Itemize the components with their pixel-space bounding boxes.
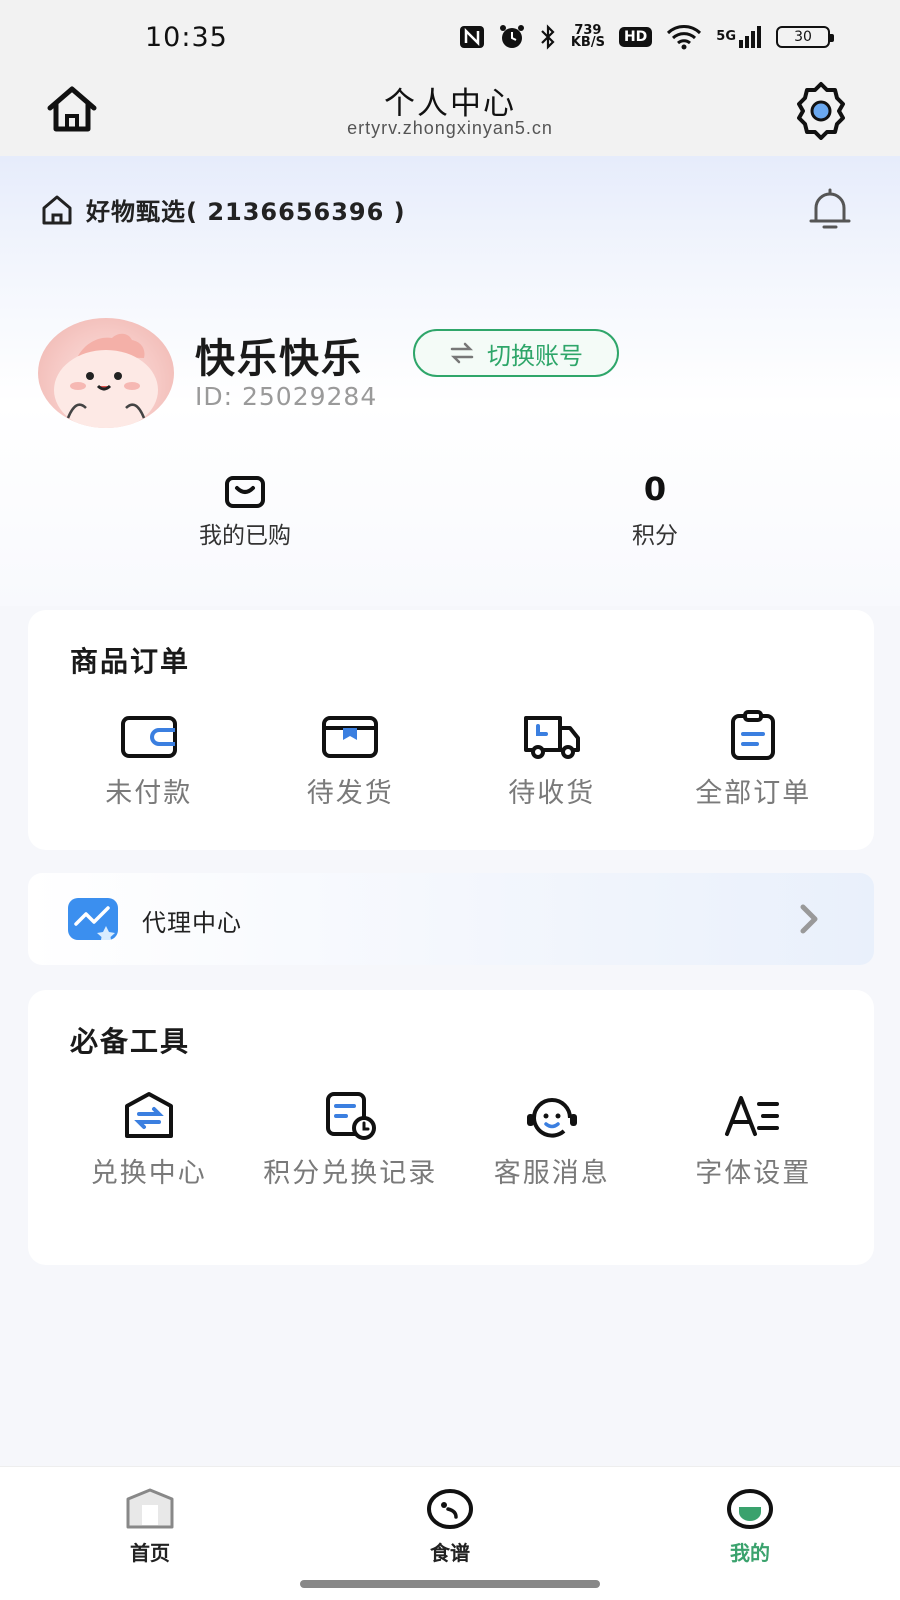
orders-grid: 未付款 待发货 待收货 全部订单 [48,710,854,812]
tab-recipe-label: 食谱 [430,1541,470,1565]
agent-center-row[interactable]: 代理中心 [28,873,874,965]
shop-name: 好物甄选( 2136656396 ) [86,198,406,226]
points-label: 积分 [632,523,678,549]
tools-grid: 兑换中心 积分兑换记录 客服消息 字体设置 [48,1090,854,1192]
tab-home-label: 首页 [130,1541,170,1565]
tab-mine-label: 我的 [730,1541,770,1565]
profile-tab-icon [727,1489,773,1529]
tool-font-settings-label: 字体设置 [695,1158,812,1189]
user-name: 快乐快乐 [195,336,363,382]
clipboard-icon [731,710,776,760]
shop-home-icon [42,195,72,224]
order-all-label: 全部订单 [695,778,812,809]
truck-icon [523,716,580,759]
points-stat[interactable]: 0 积分 [555,470,755,550]
points-value: 0 [643,470,667,508]
shop-selector[interactable]: 好物甄选( 2136656396 ) [40,192,406,227]
orders-title: 商品订单 [70,645,191,678]
bluetooth-icon [539,24,557,50]
orders-card: 商品订单 未付款 待发货 待收货 全部订单 [28,610,874,850]
font-icon [725,1096,780,1136]
purchased-stat[interactable]: 我的已购 [145,474,345,550]
wallet-icon [120,716,177,758]
hd-badge: HD [618,27,653,47]
tool-points-record[interactable]: 积分兑换记录 [250,1090,452,1192]
tools-title: 必备工具 [70,1025,191,1058]
tools-card: 必备工具 兑换中心 积分兑换记录 客服消息 字体设置 [28,990,874,1265]
tool-customer-service-label: 客服消息 [493,1158,610,1189]
status-bar: 10:35 739 KB/S HD 5G 30 [0,0,900,66]
status-icons: 739 KB/S HD 5G 30 [459,24,834,50]
chevron-right-icon [800,904,818,934]
nfc-icon [459,25,485,49]
nav-bar: 个人中心 ertyrv.zhongxinyan5.cn [0,66,900,156]
tool-font-settings[interactable]: 字体设置 [653,1090,855,1192]
package-icon [322,716,379,758]
order-to-ship-label: 待发货 [306,778,394,809]
tab-home[interactable]: 首页 [90,1485,210,1566]
order-all[interactable]: 全部订单 [653,710,855,812]
wifi-icon [666,24,702,50]
battery-icon: 30 [776,26,834,48]
tab-recipe[interactable]: 食谱 [390,1485,510,1566]
purchased-label: 我的已购 [199,523,291,549]
exchange-icon [124,1092,173,1138]
home-tab-icon [126,1488,174,1529]
battery-level: 30 [794,29,812,45]
swap-icon [450,342,474,364]
home-indicator[interactable] [300,1580,600,1588]
switch-account-button[interactable]: 切换账号 [413,329,619,377]
agent-center-label: 代理中心 [142,909,242,937]
alarm-icon [499,24,525,50]
signal-icon: 5G [716,25,762,49]
avatar[interactable] [38,318,174,428]
order-to-receive-label: 待收货 [508,778,596,809]
tool-points-record-label: 积分兑换记录 [263,1158,438,1189]
net-speed: 739 KB/S [570,24,605,50]
tool-exchange-center[interactable]: 兑换中心 [48,1090,250,1192]
net-speed-unit: KB/S [570,35,605,50]
page-title: 个人中心 [384,86,516,122]
agent-chart-icon [68,898,118,940]
user-id: ID: 25029284 [195,382,378,411]
record-clock-icon [326,1092,377,1140]
tab-mine[interactable]: 我的 [690,1485,810,1566]
tool-exchange-center-label: 兑换中心 [90,1158,207,1189]
headset-icon [526,1098,577,1138]
order-unpaid[interactable]: 未付款 [48,710,250,812]
recipe-tab-icon [427,1489,473,1529]
order-unpaid-label: 未付款 [105,778,193,809]
purchased-bag-icon [225,476,265,508]
page-url: ertyrv.zhongxinyan5.cn [347,118,553,138]
status-time: 10:35 [145,22,228,53]
network-type: 5G [716,29,736,44]
switch-account-label: 切换账号 [487,341,583,370]
tool-customer-service[interactable]: 客服消息 [451,1090,653,1192]
settings-gear-icon[interactable] [790,80,852,140]
order-to-receive[interactable]: 待收货 [451,710,653,812]
order-to-ship[interactable]: 待发货 [250,710,452,812]
notification-bell-icon[interactable] [806,186,854,232]
profile-header: 好物甄选( 2136656396 ) 快乐快乐 切换账号 ID: 2502928… [0,156,900,606]
